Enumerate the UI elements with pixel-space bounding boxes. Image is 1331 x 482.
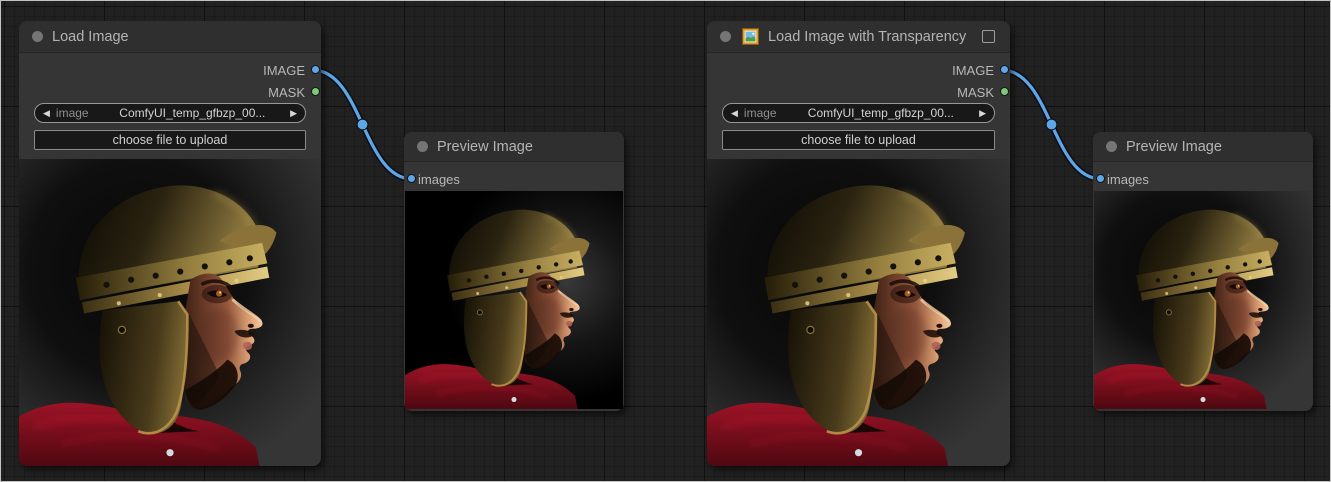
- node-preview-image-1[interactable]: Preview Image images: [404, 132, 624, 411]
- title-toggle-checkbox[interactable]: [982, 30, 995, 43]
- output-slot-image-dot[interactable]: [311, 65, 320, 74]
- output-slot-mask-dot[interactable]: [311, 87, 320, 96]
- node-title: Preview Image: [1126, 139, 1222, 155]
- input-slot-images-dot[interactable]: [1096, 174, 1105, 183]
- link-midpoint-dot: [1046, 119, 1057, 130]
- output-slot-image-dot[interactable]: [1000, 65, 1009, 74]
- prev-arrow-icon[interactable]: ◀: [43, 109, 50, 118]
- widget-label: image: [744, 106, 777, 120]
- input-slot-images: images: [418, 169, 460, 189]
- image-combo-widget[interactable]: ◀ image ComfyUI_temp_gfbzp_00... ▶: [722, 103, 995, 123]
- link-wire-load2-preview2[interactable]: [1002, 70, 1102, 179]
- widget-label: image: [56, 106, 89, 120]
- node-title: Preview Image: [437, 139, 533, 155]
- framed-picture-icon: [742, 28, 759, 45]
- node-title-bar[interactable]: Preview Image: [404, 132, 624, 162]
- collapse-dot[interactable]: [720, 31, 731, 42]
- collapse-dot[interactable]: [32, 31, 43, 42]
- output-slot-mask-dot[interactable]: [1000, 87, 1009, 96]
- node-title-bar[interactable]: Load Image: [19, 21, 321, 53]
- node-title: Load Image: [52, 29, 129, 45]
- link-midpoint-dot: [357, 119, 368, 130]
- loaded-image-preview: [707, 159, 1010, 466]
- choose-file-button[interactable]: choose file to upload: [34, 130, 306, 150]
- input-slot-images-dot[interactable]: [407, 174, 416, 183]
- output-slot-image: IMAGE: [952, 60, 994, 80]
- next-arrow-icon[interactable]: ▶: [290, 109, 297, 118]
- output-slot-mask: MASK: [957, 82, 994, 102]
- node-title: Load Image with Transparency: [768, 29, 966, 45]
- prev-arrow-icon[interactable]: ◀: [731, 109, 738, 118]
- widget-value: ComfyUI_temp_gfbzp_00...: [783, 106, 979, 120]
- node-graph-canvas[interactable]: Load Image IMAGE MASK ◀ image ComfyUI_te…: [0, 0, 1331, 482]
- image-combo-widget[interactable]: ◀ image ComfyUI_temp_gfbzp_00... ▶: [34, 103, 306, 123]
- loaded-image-preview: [19, 159, 321, 466]
- node-title-bar[interactable]: Preview Image: [1093, 132, 1313, 162]
- collapse-dot[interactable]: [1106, 141, 1117, 152]
- node-load-image[interactable]: Load Image IMAGE MASK ◀ image ComfyUI_te…: [19, 21, 321, 466]
- node-preview-image-2[interactable]: Preview Image images: [1093, 132, 1313, 411]
- widget-value: ComfyUI_temp_gfbzp_00...: [95, 106, 290, 120]
- link-wire-load1-preview1[interactable]: [313, 70, 413, 179]
- input-slot-images: images: [1107, 169, 1149, 189]
- node-load-image-with-transparency[interactable]: Load Image with Transparency IMAGE MASK …: [707, 21, 1010, 466]
- output-slot-image: IMAGE: [263, 60, 305, 80]
- next-arrow-icon[interactable]: ▶: [979, 109, 986, 118]
- collapse-dot[interactable]: [417, 141, 428, 152]
- output-slot-mask: MASK: [268, 82, 305, 102]
- node-title-bar[interactable]: Load Image with Transparency: [707, 21, 1010, 53]
- choose-file-button[interactable]: choose file to upload: [722, 130, 995, 150]
- preview-image-output: [405, 191, 623, 409]
- preview-image-output: [1094, 191, 1312, 409]
